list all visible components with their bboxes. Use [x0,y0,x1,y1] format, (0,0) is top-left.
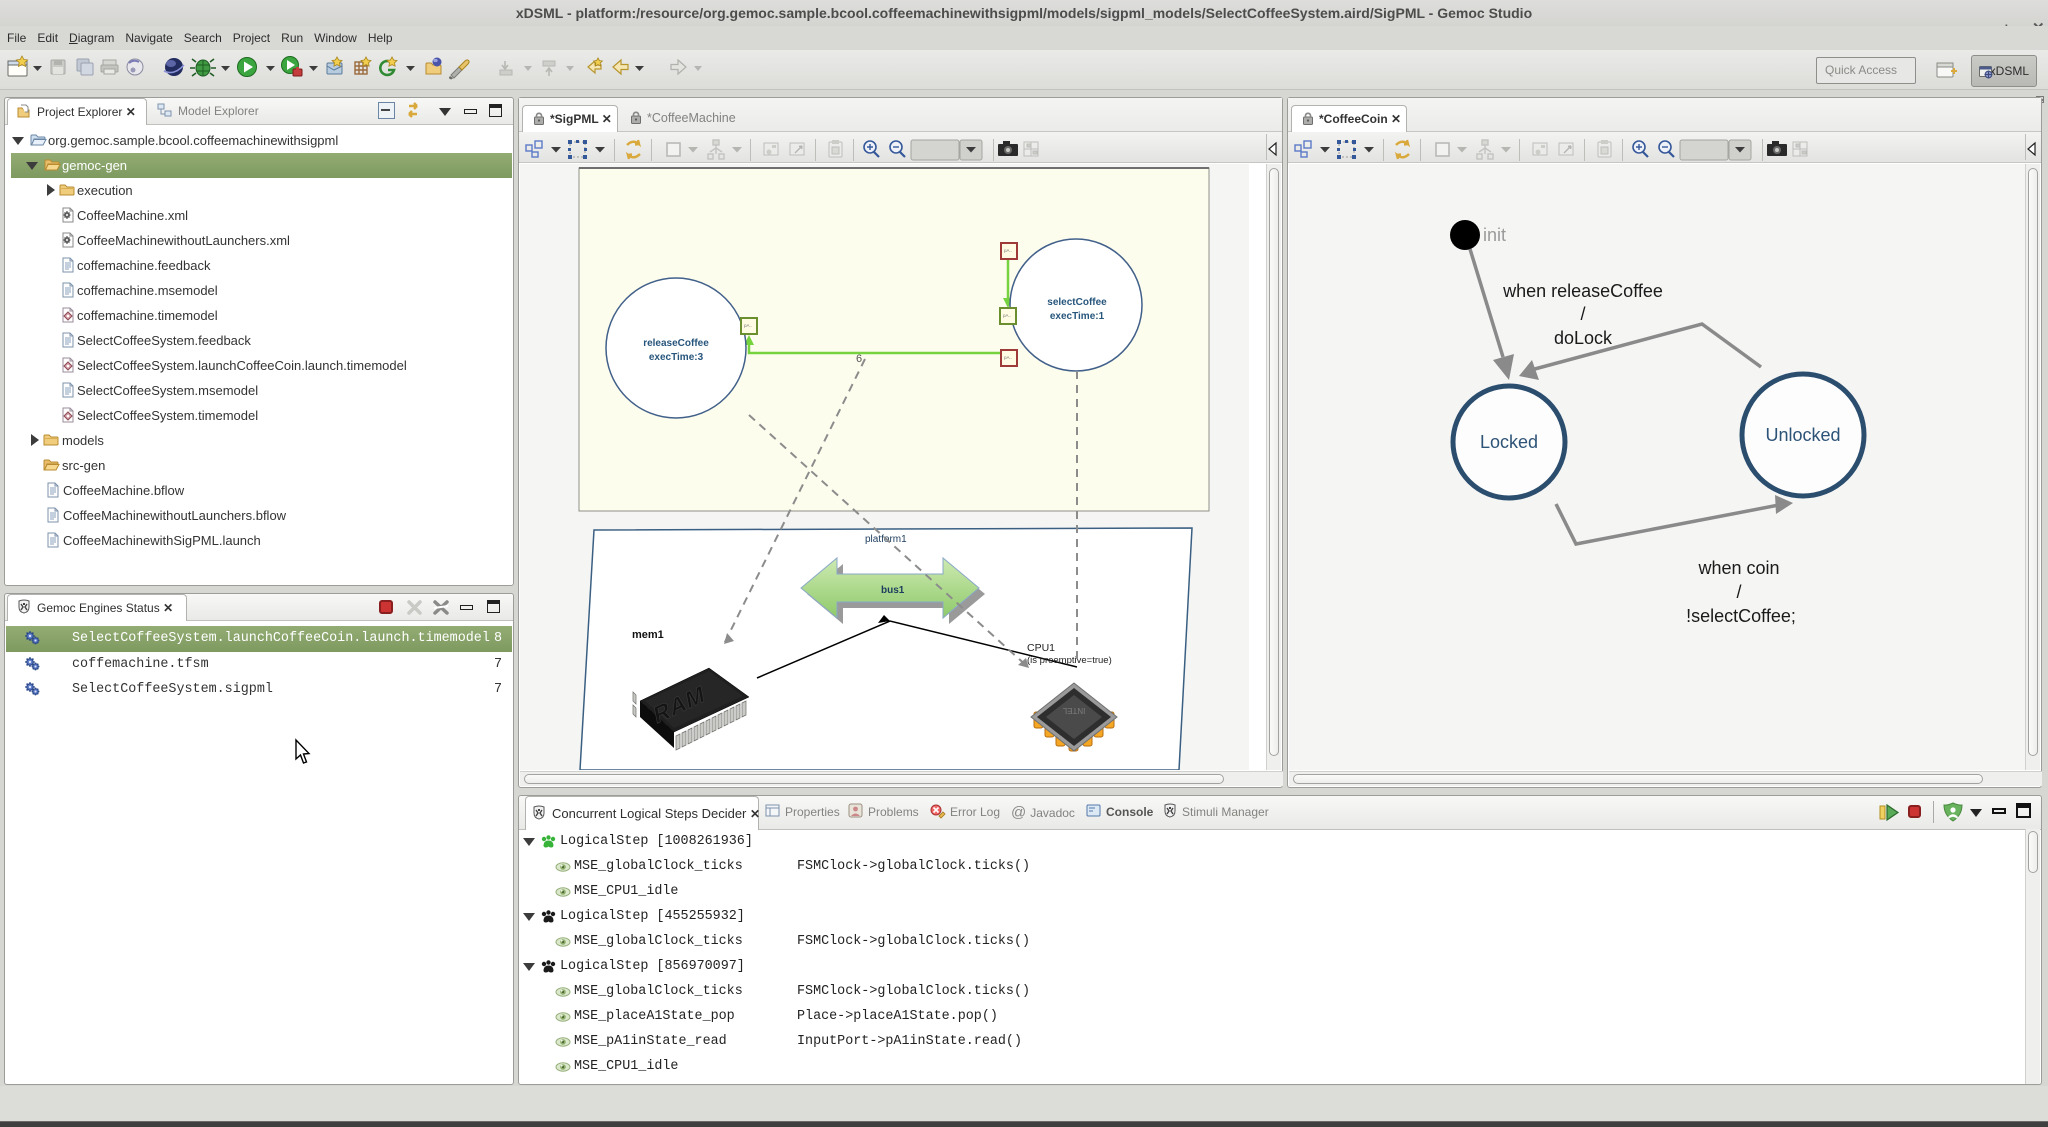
svg-text:pA..: pA.. [744,323,752,328]
svg-text:6: 6 [856,353,862,365]
svg-text:pA..: pA.. [1004,248,1012,253]
svg-text:init: init [1483,225,1506,245]
svg-text:/: / [1736,582,1741,602]
svg-text:mem1: mem1 [632,629,664,641]
svg-text:INTEL: INTEL [1062,706,1085,715]
svg-text:when coin: when coin [1697,558,1779,578]
svg-text:doLock: doLock [1554,328,1613,348]
svg-text:releaseCoffee: releaseCoffee [643,338,709,349]
svg-text:pA..: pA.. [1004,355,1012,360]
svg-text:(is preemptive=true): (is preemptive=true) [1027,655,1112,666]
svg-text:pA..: pA.. [1003,313,1011,318]
svg-text:execTime:1: execTime:1 [1050,311,1105,322]
svg-text:Locked: Locked [1480,432,1538,452]
svg-text:selectCoffee: selectCoffee [1047,297,1107,308]
svg-text:bus1: bus1 [881,585,905,596]
svg-text:Unlocked: Unlocked [1765,425,1840,445]
svg-text:execTime:3: execTime:3 [649,352,704,363]
svg-text:CPU1: CPU1 [1027,642,1055,654]
svg-text:when releaseCoffee: when releaseCoffee [1502,281,1663,301]
svg-text:!selectCoffee;: !selectCoffee; [1686,606,1796,626]
svg-text:/: / [1580,304,1585,324]
